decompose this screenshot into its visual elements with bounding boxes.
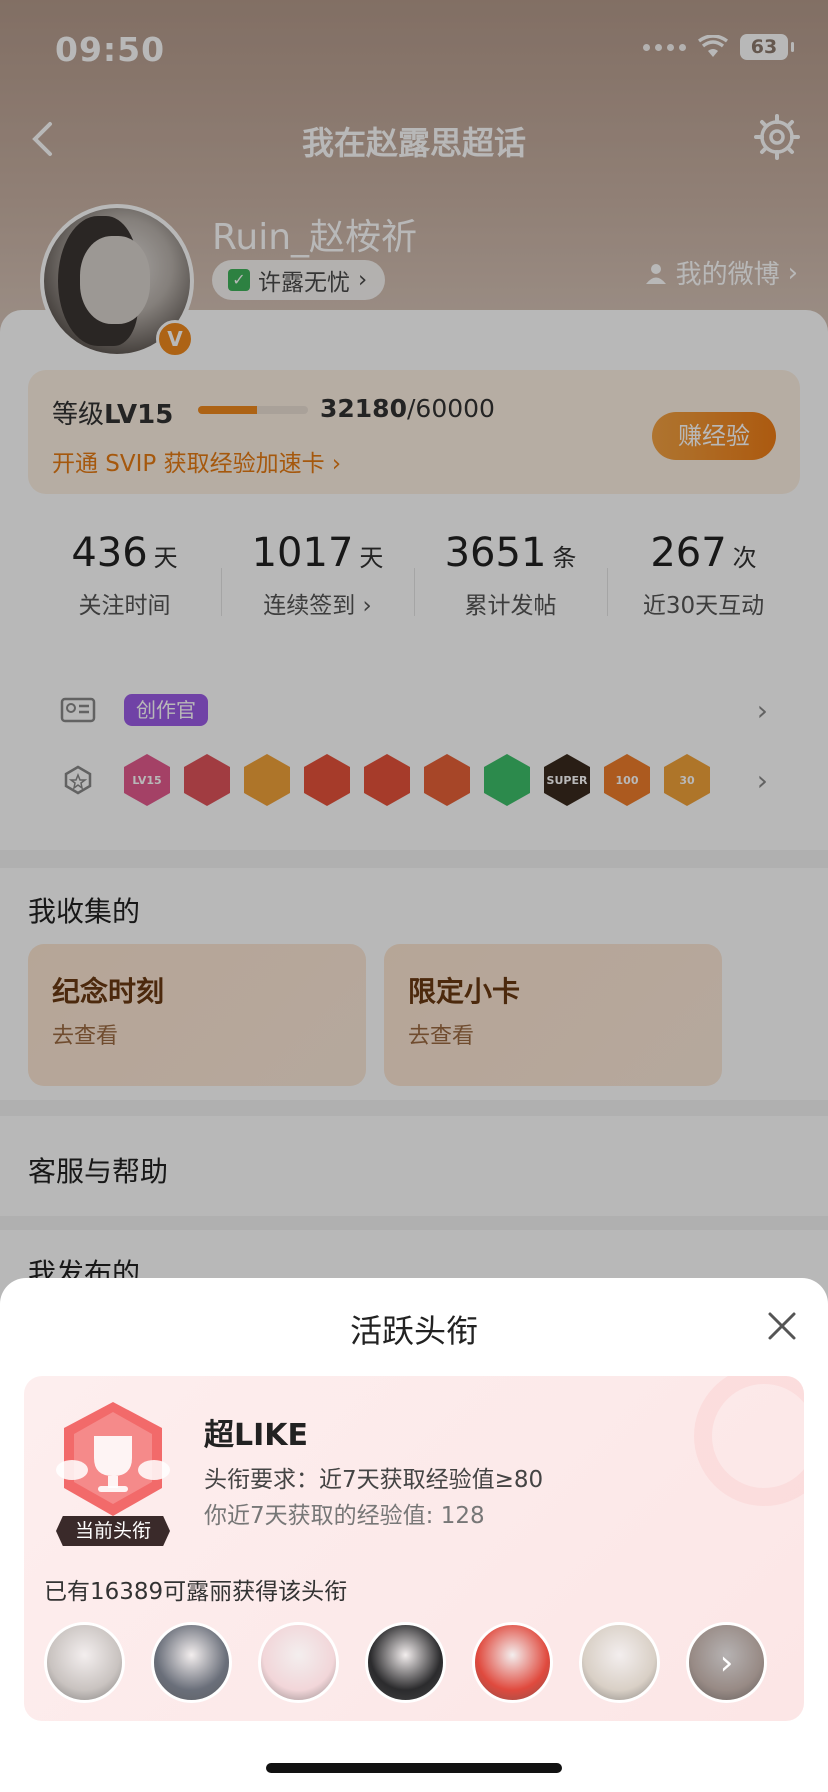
holder-avatar[interactable] bbox=[472, 1622, 553, 1703]
current-title-tag: 当前头衔 bbox=[56, 1516, 170, 1546]
title-name: 超LIKE bbox=[204, 1418, 309, 1453]
title-requirement: 头衔要求：近7天获取经验值≥80 bbox=[204, 1467, 544, 1493]
close-icon[interactable] bbox=[762, 1306, 802, 1346]
holder-avatar[interactable] bbox=[579, 1622, 660, 1703]
trophy-icon bbox=[56, 1402, 170, 1516]
holders-count: 已有16389可露丽获得该头衔 bbox=[44, 1579, 348, 1605]
active-title-sheet: 活跃头衔 当前头衔 超LIKE 头衔要求：近7天获取经验值≥80 你近7天获取的… bbox=[0, 1278, 828, 1792]
holder-avatar[interactable]: › bbox=[686, 1622, 767, 1703]
holder-avatar[interactable] bbox=[258, 1622, 339, 1703]
holder-avatar[interactable] bbox=[151, 1622, 232, 1703]
holder-avatars: › bbox=[44, 1622, 767, 1703]
sheet-title: 活跃头衔 bbox=[349, 1312, 478, 1350]
title-card: 当前头衔 超LIKE 头衔要求：近7天获取经验值≥80 你近7天获取的经验值: … bbox=[24, 1376, 804, 1721]
title-your-exp: 你近7天获取的经验值: 128 bbox=[204, 1503, 485, 1529]
holder-avatar[interactable] bbox=[365, 1622, 446, 1703]
home-indicator bbox=[266, 1763, 562, 1773]
holder-avatar[interactable] bbox=[44, 1622, 125, 1703]
chevron-right-icon[interactable]: › bbox=[689, 1625, 764, 1700]
